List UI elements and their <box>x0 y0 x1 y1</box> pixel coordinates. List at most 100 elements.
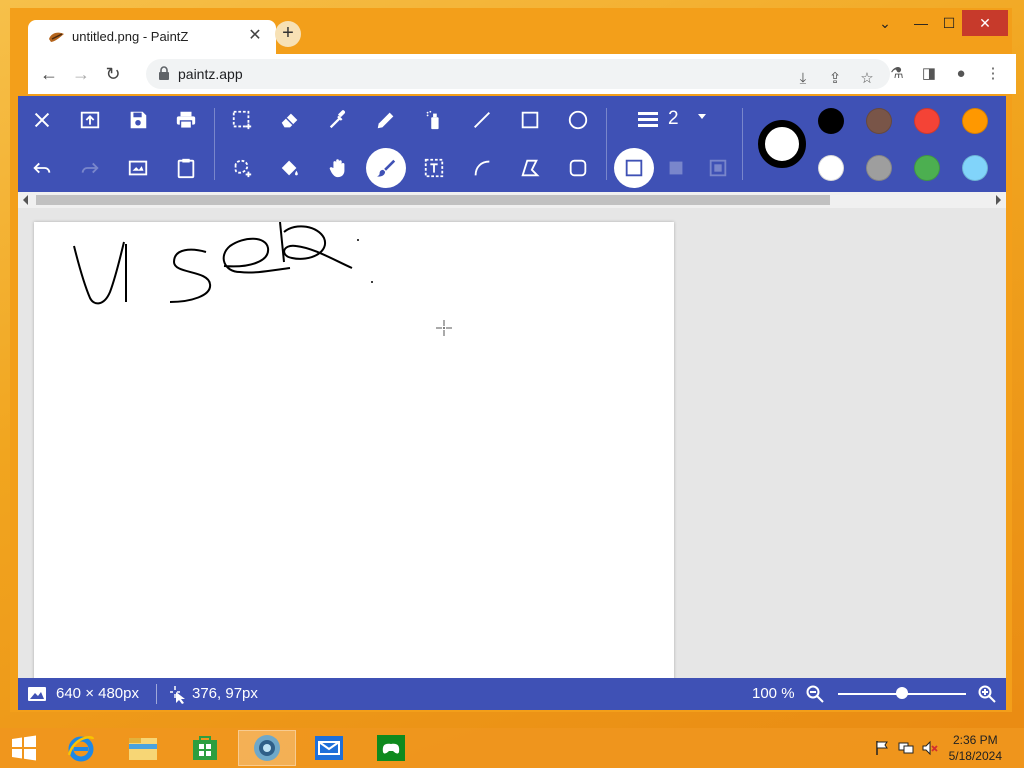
line-icon[interactable] <box>462 100 502 140</box>
internet-explorer-icon <box>67 736 95 762</box>
bookmark-star-icon[interactable]: ☆ <box>856 68 878 90</box>
side-panel-icon[interactable]: ◨ <box>918 63 940 85</box>
lock-icon <box>159 66 169 80</box>
taskbar-games[interactable] <box>362 730 420 766</box>
volume-muted-tray-icon[interactable] <box>922 740 938 756</box>
text-icon[interactable] <box>414 148 454 188</box>
browser-tab[interactable]: untitled.png - PaintZ ✕ <box>28 20 276 54</box>
taskbar-store[interactable] <box>176 730 234 766</box>
eyedropper-icon[interactable] <box>318 100 358 140</box>
brush-icon[interactable] <box>366 148 406 188</box>
windows-logo-icon <box>12 735 36 761</box>
scrollbar-thumb[interactable] <box>36 195 830 205</box>
taskbar-file-explorer[interactable] <box>114 730 172 766</box>
pan-icon[interactable] <box>318 148 358 188</box>
dropdown-arrow-icon <box>698 114 706 119</box>
cursor-position-icon <box>170 686 185 704</box>
fill-icon[interactable] <box>270 148 310 188</box>
ellipse-icon[interactable] <box>558 100 598 140</box>
paintz-favicon-icon <box>49 32 64 42</box>
taskbar-chrome[interactable] <box>238 730 296 766</box>
zoom-slider-thumb[interactable] <box>896 687 908 699</box>
url-text: paintz.app <box>178 66 243 82</box>
share-icon[interactable]: ⇪ <box>824 68 846 90</box>
zoom-out-icon[interactable] <box>806 685 824 703</box>
back-icon[interactable]: ← <box>38 63 60 85</box>
store-icon <box>193 736 217 760</box>
color-swatch-green[interactable] <box>914 155 940 181</box>
curve-icon[interactable] <box>462 148 502 188</box>
rectangle-icon[interactable] <box>510 100 550 140</box>
color-swatch-red[interactable] <box>914 108 940 134</box>
horizontal-scrollbar[interactable] <box>18 192 1006 208</box>
forward-icon[interactable]: → <box>70 63 92 85</box>
eraser-icon[interactable] <box>270 100 310 140</box>
close-window-button[interactable]: ✕ <box>962 10 1008 36</box>
status-divider <box>156 684 157 704</box>
maximize-button[interactable]: ☐ <box>934 10 964 36</box>
canvas-workspace <box>18 208 1006 678</box>
color-swatch-white[interactable] <box>818 155 844 181</box>
system-clock[interactable]: 2:36 PM 5/18/2024 <box>949 732 1002 764</box>
airbrush-icon[interactable] <box>414 100 454 140</box>
minimize-button[interactable]: — <box>906 10 936 36</box>
zoom-level[interactable]: 100 % <box>752 685 795 702</box>
color-swatch-orange[interactable] <box>962 108 988 134</box>
zoom-in-icon[interactable] <box>978 685 996 703</box>
taskbar: 2:36 PM 5/18/2024 <box>0 728 1024 768</box>
print-icon[interactable] <box>166 100 206 140</box>
color-swatch-light-blue[interactable] <box>962 155 988 181</box>
rect-select-icon[interactable] <box>222 100 262 140</box>
paintz-toolbar: 2 <box>18 96 1006 192</box>
line-width-value: 2 <box>668 108 679 129</box>
canvas-drawing <box>73 221 452 336</box>
color-swatch-black[interactable] <box>818 108 844 134</box>
toolbar-separator <box>214 108 215 180</box>
redo-icon[interactable] <box>70 148 110 188</box>
open-icon[interactable] <box>70 100 110 140</box>
taskbar-mail[interactable] <box>300 730 358 766</box>
scroll-left-arrow-icon[interactable] <box>23 195 28 205</box>
line-width-icon <box>638 112 658 127</box>
color-swatch-gray[interactable] <box>866 155 892 181</box>
crosshair-cursor-icon <box>436 320 452 336</box>
save-icon[interactable] <box>118 100 158 140</box>
flag-tray-icon[interactable] <box>874 740 890 756</box>
profile-avatar-icon[interactable]: ● <box>950 63 972 85</box>
tab-search-chevron-icon[interactable]: ⌄ <box>870 10 900 36</box>
fill-only-icon[interactable] <box>656 148 696 188</box>
undo-icon[interactable] <box>22 148 62 188</box>
resize-icon[interactable] <box>118 148 158 188</box>
drawing-canvas[interactable] <box>34 221 674 678</box>
address-bar[interactable]: paintz.app ⤓ ⇪ ☆ <box>146 59 890 89</box>
title-bar: untitled.png - PaintZ ✕ + ⌄ — ☐ ✕ <box>10 8 1012 54</box>
new-tab-button[interactable]: + <box>275 21 301 47</box>
toolbar-separator <box>606 108 607 180</box>
scroll-right-arrow-icon[interactable] <box>996 195 1001 205</box>
network-tray-icon[interactable] <box>898 740 914 756</box>
taskbar-internet-explorer[interactable] <box>52 730 110 766</box>
start-button[interactable] <box>0 730 48 766</box>
outline-only-icon[interactable] <box>614 148 654 188</box>
toolbar-separator <box>742 108 743 180</box>
current-color-indicator[interactable] <box>758 120 806 168</box>
image-size: 640 × 480px <box>56 685 139 702</box>
freeform-select-icon[interactable] <box>222 148 262 188</box>
extension-flask-icon[interactable]: ⚗ <box>886 63 908 85</box>
close-icon[interactable] <box>22 100 62 140</box>
paste-icon[interactable] <box>166 148 206 188</box>
color-swatch-brown[interactable] <box>866 108 892 134</box>
clock-date: 5/18/2024 <box>948 749 1002 763</box>
menu-kebab-icon[interactable]: ⋮ <box>982 63 1004 85</box>
install-app-icon[interactable]: ⤓ <box>792 68 814 90</box>
line-width-dropdown[interactable]: 2 <box>636 108 716 132</box>
status-bar: 640 × 480px 376, 97px 100 % <box>18 678 1006 710</box>
tab-close-icon[interactable]: ✕ <box>244 25 266 47</box>
pencil-icon[interactable] <box>366 100 406 140</box>
rounded-rect-icon[interactable] <box>558 148 598 188</box>
outline-and-fill-icon[interactable] <box>698 148 738 188</box>
mail-icon <box>315 736 343 760</box>
polygon-icon[interactable] <box>510 148 550 188</box>
reload-icon[interactable]: ↻ <box>102 63 124 85</box>
clock-time: 2:36 PM <box>952 733 998 747</box>
